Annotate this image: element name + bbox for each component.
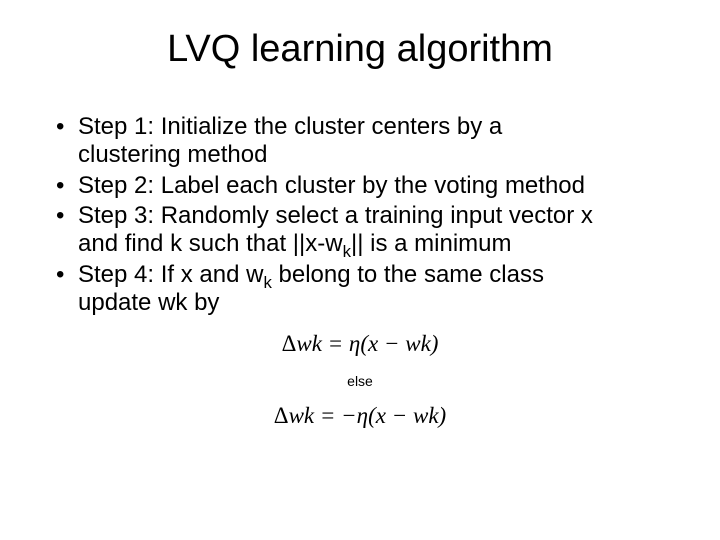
step4-sub-k: k <box>263 272 271 291</box>
step4-line1-pre: Step 4: If x and w <box>78 261 263 288</box>
else-label: else <box>40 373 680 389</box>
step1-line1: Step 1: Initialize the cluster centers b… <box>78 113 502 140</box>
bullet-step2: Step 2: Label each cluster by the voting… <box>50 172 670 200</box>
formula-2-body: wk = −η(x − wk) <box>289 403 447 428</box>
bullet-list: Step 1: Initialize the cluster centers b… <box>50 113 670 317</box>
step2-text: Step 2: Label each cluster by the voting… <box>78 172 585 199</box>
formula-1: Δwk = η(x − wk) <box>282 331 439 357</box>
formula-block: Δwk = η(x − wk) else Δwk = −η(x − wk) <box>40 331 680 429</box>
step3-line2-post: || is a minimum <box>351 230 512 257</box>
step4-line1-post: belong to the same class <box>272 261 544 288</box>
slide-title: LVQ learning algorithm <box>40 28 680 71</box>
bullet-step1: Step 1: Initialize the cluster centers b… <box>50 113 670 170</box>
bullet-step4: Step 4: If x and wk belong to the same c… <box>50 261 670 318</box>
formula-1-delta: Δ <box>282 331 297 356</box>
step3-line1: Step 3: Randomly select a training input… <box>78 202 593 229</box>
slide: LVQ learning algorithm Step 1: Initializ… <box>0 0 720 540</box>
formula-2: Δwk = −η(x − wk) <box>274 403 446 429</box>
step3-sub-k: k <box>343 242 351 261</box>
formula-1-body: wk = η(x − wk) <box>296 331 438 356</box>
bullet-step3: Step 3: Randomly select a training input… <box>50 202 670 259</box>
step3-line2-pre: and find k such that ||x-w <box>78 230 343 257</box>
step4-line2: update wk by <box>78 289 219 316</box>
step1-line2: clustering method <box>78 141 267 168</box>
formula-2-delta: Δ <box>274 403 289 428</box>
